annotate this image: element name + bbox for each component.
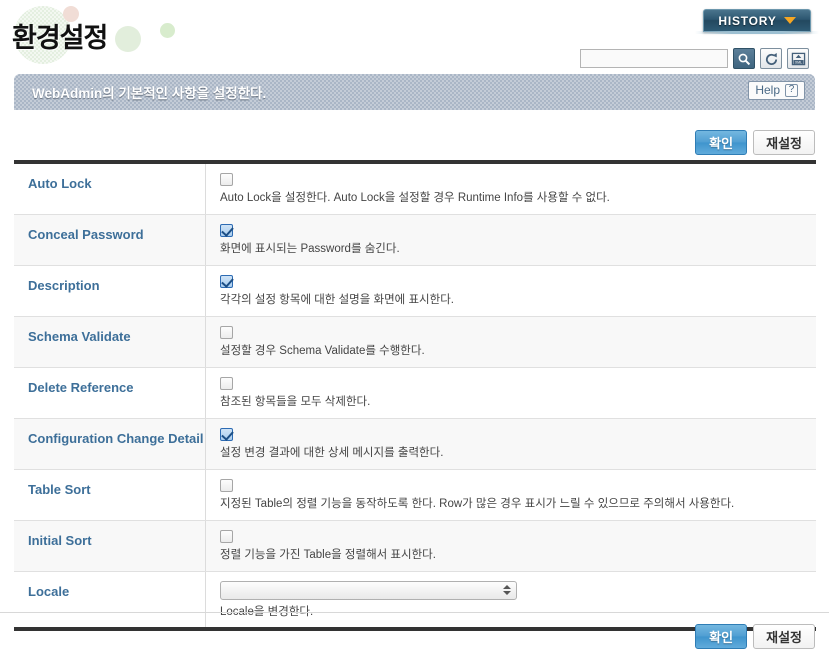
question-mark-icon: ? <box>785 83 798 97</box>
settings-row: Locale Locale을 변경한다. <box>14 571 816 628</box>
history-button-shelf <box>695 31 819 34</box>
settings-row-description: 각각의 설정 항목에 대한 설명을 화면에 표시한다. <box>220 293 454 306</box>
settings-row-field: 설정할 경우 Schema Validate를 수행한다. <box>205 316 816 367</box>
settings-row-label: Table Sort <box>28 481 91 497</box>
settings-row-field: 각각의 설정 항목에 대한 설명을 화면에 표시한다. <box>205 265 816 316</box>
search-button[interactable] <box>733 48 755 69</box>
settings-row: Auto Lock Auto Lock을 설정한다. Auto Lock을 설정할… <box>14 164 816 215</box>
settings-row-label: Initial Sort <box>28 532 92 548</box>
settings-checkbox[interactable] <box>220 427 233 441</box>
page-title: 환경설정 <box>12 23 108 53</box>
confirm-button-bottom[interactable]: 확인 <box>695 624 748 649</box>
settings-row-description: Auto Lock을 설정한다. Auto Lock을 설정할 경우 Runti… <box>220 192 610 204</box>
confirm-button-top[interactable]: 확인 <box>695 130 748 155</box>
decorative-circle-medium <box>115 26 141 52</box>
settings-row-label: Schema Validate <box>28 328 131 344</box>
reset-button-top[interactable]: 재설정 <box>753 130 815 155</box>
settings-row-label: Configuration Change Detail <box>28 430 204 446</box>
svg-text:XML: XML <box>795 60 802 64</box>
reset-button-bottom[interactable]: 재설정 <box>753 624 815 649</box>
chevron-down-icon <box>783 17 796 24</box>
section-banner-text: WebAdmin의 기본적인 사항을 설정한다. <box>32 86 267 101</box>
settings-row-field: 화면에 표시되는 Password를 숨긴다. <box>205 214 816 265</box>
settings-row-label: Locale <box>28 583 70 599</box>
page-header: 환경설정 HISTORY XML <box>0 0 829 70</box>
settings-row-description: 정렬 기능을 가진 Table을 정렬해서 표시한다. <box>220 548 436 561</box>
settings-page: 환경설정 HISTORY XML WebAdmin의 기본적인 사항을 설정한다… <box>0 0 829 657</box>
settings-row-field: Locale을 변경한다. <box>205 571 816 628</box>
settings-row: Conceal Password 화면에 표시되는 Password를 숨긴다. <box>14 214 816 266</box>
settings-checkbox[interactable] <box>220 478 233 492</box>
settings-checkbox[interactable] <box>220 274 233 288</box>
settings-checkbox[interactable] <box>220 529 233 543</box>
settings-row-field: 설정 변경 결과에 대한 상세 메시지를 출력한다. <box>205 418 816 469</box>
settings-row: Delete Reference 참조된 항목들을 모두 삭제한다. <box>14 367 816 419</box>
locale-select[interactable] <box>220 580 517 600</box>
settings-row-field: 지정된 Table의 정렬 기능을 동작하도록 한다. Row가 많은 경우 표… <box>205 469 816 520</box>
xml-export-button[interactable]: XML <box>787 48 809 69</box>
settings-row-description: 화면에 표시되는 Password를 숨긴다. <box>220 242 400 255</box>
settings-row-description: 설정 변경 결과에 대한 상세 메시지를 출력한다. <box>220 446 444 459</box>
stepper-arrows-icon[interactable] <box>500 583 513 598</box>
top-action-buttons: 확인 재설정 <box>695 130 815 155</box>
settings-row-label: Delete Reference <box>28 379 134 395</box>
refresh-button[interactable] <box>760 48 782 69</box>
history-button-label: HISTORY <box>718 13 777 28</box>
settings-checkbox[interactable] <box>220 173 233 186</box>
settings-row: Configuration Change Detail 설정 변경 결과에 대한 … <box>14 418 816 470</box>
settings-row-label: Auto Lock <box>28 176 92 191</box>
search-toolbar: XML <box>580 48 809 69</box>
footer-divider <box>0 612 829 613</box>
settings-row-field: 정렬 기능을 가진 Table을 정렬해서 표시한다. <box>205 520 816 571</box>
settings-row-description: 참조된 항목들을 모두 삭제한다. <box>220 395 371 408</box>
decorative-circle-small <box>160 23 175 38</box>
help-button[interactable]: Help ? <box>748 81 805 100</box>
settings-checkbox[interactable] <box>220 376 233 390</box>
settings-row-label: Description <box>28 277 100 293</box>
search-input[interactable] <box>580 49 728 68</box>
help-button-label: Help <box>755 83 780 97</box>
settings-row-description: 지정된 Table의 정렬 기능을 동작하도록 한다. Row가 많은 경우 표… <box>220 497 735 510</box>
search-icon <box>738 53 751 65</box>
section-banner: WebAdmin의 기본적인 사항을 설정한다. Help ? <box>14 74 815 110</box>
history-button[interactable]: HISTORY <box>703 9 811 32</box>
settings-row-description: 설정할 경우 Schema Validate를 수행한다. <box>220 344 425 357</box>
settings-table: Auto Lock Auto Lock을 설정한다. Auto Lock을 설정할… <box>14 160 816 632</box>
settings-row-label: Conceal Password <box>28 226 144 242</box>
settings-row: Initial Sort 정렬 기능을 가진 Table을 정렬해서 표시한다. <box>14 520 816 572</box>
settings-row-field: 참조된 항목들을 모두 삭제한다. <box>205 367 816 418</box>
refresh-icon <box>765 52 777 65</box>
settings-row-field: Auto Lock을 설정한다. Auto Lock을 설정할 경우 Runti… <box>205 164 816 214</box>
settings-checkbox[interactable] <box>220 223 233 237</box>
settings-row: Table Sort 지정된 Table의 정렬 기능을 동작하도록 한다. Ro… <box>14 469 816 521</box>
xml-export-icon: XML <box>791 52 805 65</box>
bottom-action-buttons: 확인 재설정 <box>695 624 815 649</box>
settings-row: Description 각각의 설정 항목에 대한 설명을 화면에 표시한다. <box>14 265 816 317</box>
settings-row: Schema Validate 설정할 경우 Schema Validate를 수… <box>14 316 816 368</box>
settings-checkbox[interactable] <box>220 325 233 339</box>
